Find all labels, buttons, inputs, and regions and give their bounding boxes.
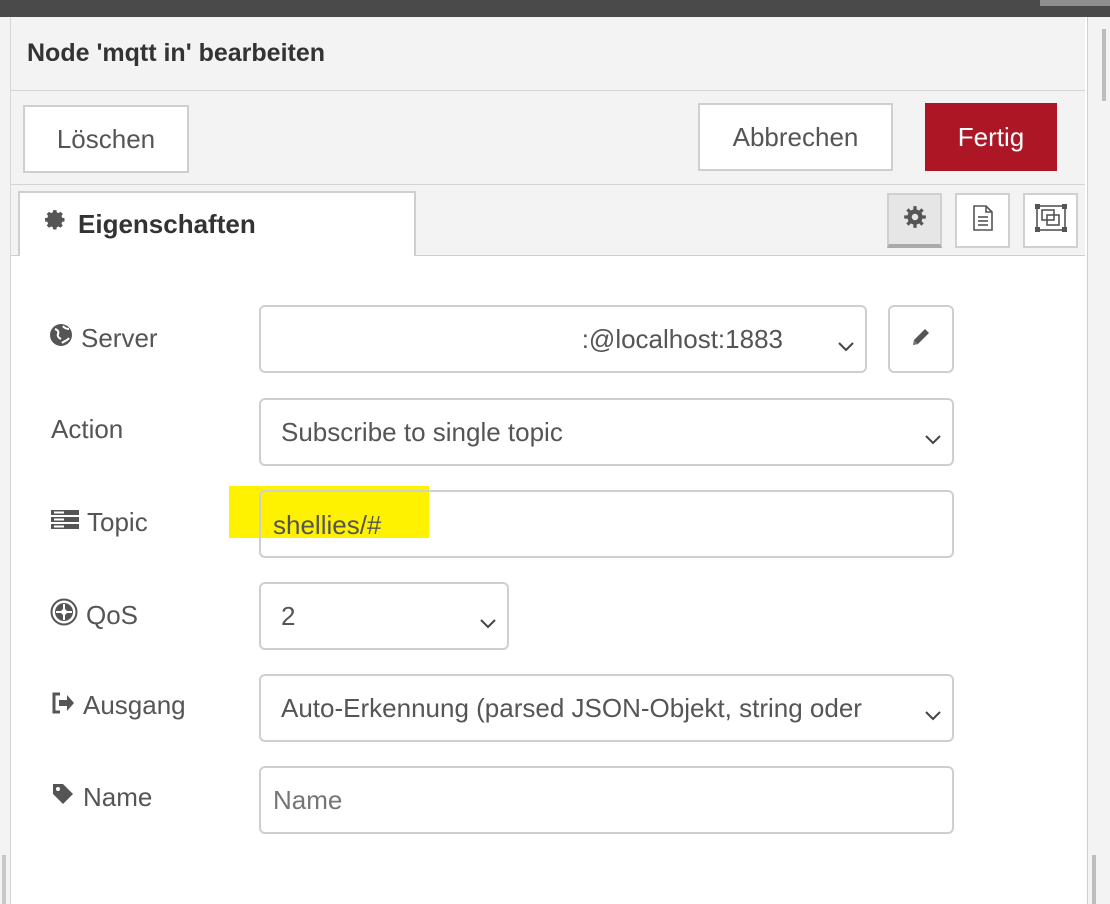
right-scroll-thumb[interactable]	[1102, 29, 1106, 101]
list-icon	[51, 507, 79, 538]
pencil-icon	[910, 324, 932, 355]
output-row: Ausgang Auto-Erkennung (parsed JSON-Obje…	[0, 674, 1074, 742]
frame-icon	[1034, 204, 1067, 237]
appearance-tab-button[interactable]	[1023, 193, 1078, 248]
topic-row: Topic shellies/#	[0, 490, 1074, 558]
qos-label: QoS	[50, 598, 138, 633]
output-value: Auto-Erkennung (parsed JSON-Objekt, stri…	[281, 692, 862, 723]
qos-label-text: QoS	[86, 600, 139, 630]
server-label-text: Server	[81, 323, 158, 353]
name-input[interactable]	[259, 766, 954, 834]
tab-properties-label: Eigenschaften	[78, 209, 256, 239]
right-scroll-strip	[1087, 17, 1110, 904]
action-row: Action Subscribe to single topic	[0, 398, 1074, 466]
qos-icon	[50, 598, 78, 633]
topic-label: Topic	[51, 507, 148, 538]
output-label-text: Ausgang	[83, 690, 186, 720]
left-scroll-thumb[interactable]	[2, 855, 6, 904]
name-row: Name	[0, 766, 1074, 834]
chevron-down-icon	[924, 698, 942, 729]
description-tab-button[interactable]	[955, 193, 1010, 248]
server-select[interactable]: :@localhost:1883	[259, 305, 867, 373]
window-top-bar-segment	[1040, 0, 1110, 6]
qos-value: 2	[281, 600, 296, 631]
topic-label-text: Topic	[87, 507, 148, 537]
name-label-text: Name	[83, 782, 153, 812]
sign-out-icon	[51, 690, 75, 721]
document-icon	[971, 204, 995, 237]
right-scroll-thumb-lower[interactable]	[1092, 855, 1096, 904]
edit-server-button[interactable]	[888, 305, 954, 373]
topic-input[interactable]: shellies/#	[259, 490, 954, 558]
qos-select[interactable]: 2	[259, 582, 509, 650]
tag-icon	[51, 782, 75, 813]
action-select[interactable]: Subscribe to single topic	[259, 398, 954, 466]
gear-icon	[902, 204, 928, 235]
window-top-bar	[0, 0, 1110, 17]
cancel-button[interactable]: Abbrechen	[698, 103, 893, 171]
name-label: Name	[51, 782, 152, 813]
topic-value: shellies/#	[273, 510, 382, 540]
delete-button[interactable]: Löschen	[23, 105, 189, 173]
qos-row: QoS 2	[0, 582, 1074, 650]
done-button[interactable]: Fertig	[925, 103, 1057, 171]
server-value: :@localhost:1883	[581, 323, 783, 354]
tab-bar: Eigenschaften	[11, 185, 1085, 256]
action-value: Subscribe to single topic	[281, 416, 563, 447]
output-select[interactable]: Auto-Erkennung (parsed JSON-Objekt, stri…	[259, 674, 954, 742]
dialog-header: Node 'mqtt in' bearbeiten	[11, 17, 1085, 91]
chevron-down-icon	[924, 422, 942, 453]
chevron-down-icon	[837, 329, 855, 360]
dialog-title: Node 'mqtt in' bearbeiten	[27, 39, 326, 67]
gear-icon	[44, 209, 68, 240]
action-label: Action	[51, 414, 124, 444]
output-label: Ausgang	[51, 690, 186, 721]
globe-icon	[49, 323, 73, 354]
server-row: Server :@localhost:1883	[0, 305, 1074, 373]
tab-properties[interactable]: Eigenschaften	[18, 191, 416, 256]
properties-tab-button[interactable]	[887, 193, 942, 248]
server-label: Server	[49, 323, 158, 354]
chevron-down-icon	[479, 606, 497, 637]
dialog-toolbar: Löschen Abbrechen Fertig	[11, 91, 1085, 185]
